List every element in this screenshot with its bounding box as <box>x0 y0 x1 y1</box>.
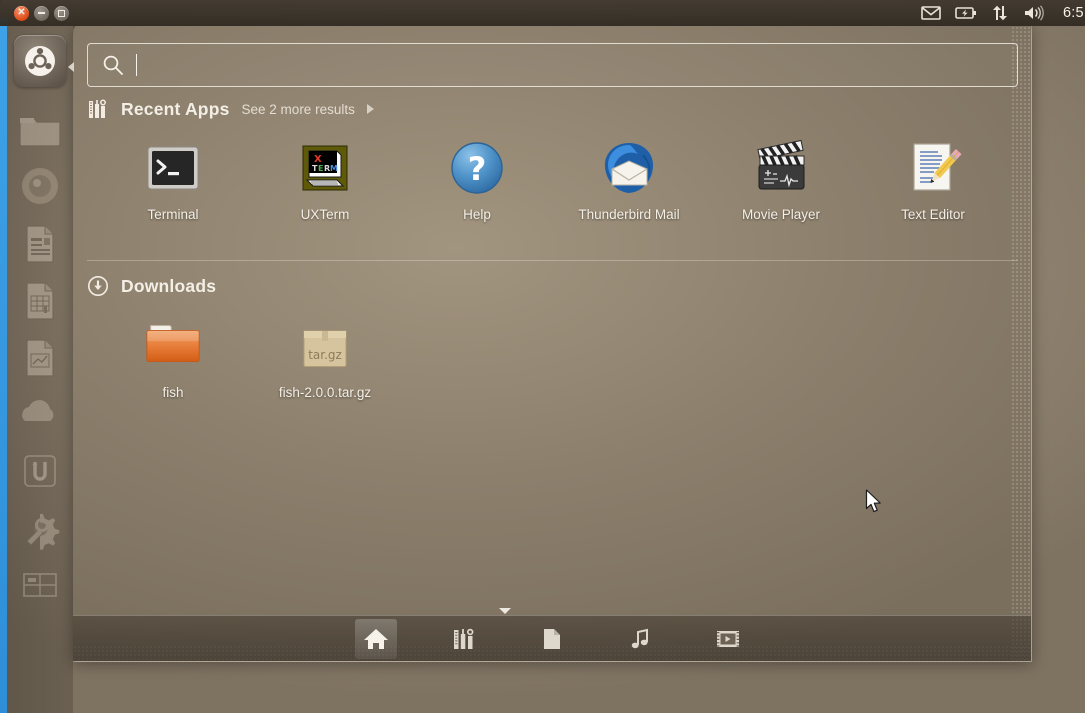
files-icon <box>544 628 560 649</box>
launcher-item-impress[interactable] <box>15 332 65 382</box>
chevron-right-icon[interactable] <box>366 104 374 114</box>
window-close-button[interactable]: ✕ <box>14 5 29 21</box>
mouse-cursor <box>865 489 881 513</box>
section-header-recent-apps: Recent Apps See 2 more results <box>87 98 374 120</box>
see-more-results-link[interactable]: See 2 more results <box>242 102 355 117</box>
folder-icon <box>143 316 203 376</box>
dash-pointer-arrow <box>68 62 74 72</box>
section-title: Downloads <box>121 275 217 296</box>
top-panel: ✕ 6:5 <box>0 0 1085 26</box>
result-item-fish-tarball[interactable]: tar.gz fish-2.0.0.tar.gz <box>249 316 401 400</box>
launcher-item-files[interactable] <box>15 104 65 154</box>
results-grid-recent-apps: Terminal X T E R M UXTerm ? Help Thunder… <box>97 138 1009 222</box>
ubuntu-logo-icon <box>25 46 55 76</box>
svg-text:E: E <box>318 164 323 173</box>
lens-active-marker <box>499 608 511 614</box>
lens-music[interactable] <box>619 619 661 659</box>
uxterm-icon: X T E R M <box>295 138 355 198</box>
unity-launcher <box>7 26 73 713</box>
section-header-downloads: Downloads <box>87 275 216 297</box>
lens-bar <box>73 615 1031 661</box>
terminal-icon <box>143 138 203 198</box>
result-label: Terminal <box>147 207 199 222</box>
launcher-item-firefox[interactable] <box>15 161 65 211</box>
window-minimize-button[interactable] <box>34 5 49 21</box>
lens-home[interactable] <box>355 618 397 659</box>
result-item-fish-folder[interactable]: fish <box>97 316 249 400</box>
result-label: fish-2.0.0.tar.gz <box>278 385 372 400</box>
result-item-terminal[interactable]: Terminal <box>97 138 249 222</box>
result-item-uxterm[interactable]: X T E R M UXTerm <box>249 138 401 222</box>
unity-dash: Recent Apps See 2 more results Terminal <box>73 26 1032 662</box>
close-icon: ✕ <box>17 7 26 18</box>
result-item-help[interactable]: ? Help <box>401 138 553 222</box>
maximize-icon <box>58 9 65 17</box>
network-icon[interactable] <box>991 5 1009 21</box>
result-label: Help <box>463 207 491 222</box>
search-caret <box>136 54 138 76</box>
section-separator <box>87 260 1018 261</box>
launcher-item-system-settings[interactable] <box>15 503 65 553</box>
applications-icon <box>89 99 106 118</box>
lens-applications[interactable] <box>443 619 485 659</box>
applications-lens-icon <box>454 628 474 649</box>
dash-right-texture <box>1011 26 1031 661</box>
result-item-text-editor[interactable]: Text Editor <box>857 138 1009 222</box>
svg-text:?: ? <box>468 150 487 188</box>
clock[interactable]: 6:5 <box>1063 5 1085 21</box>
messaging-icon[interactable] <box>921 6 941 20</box>
archive-icon: tar.gz <box>295 316 355 376</box>
minimize-icon <box>38 12 45 14</box>
search-input[interactable] <box>87 43 1018 87</box>
launcher-item-software-center[interactable] <box>15 446 65 496</box>
result-item-thunderbird-mail[interactable]: Thunderbird Mail <box>553 138 705 222</box>
result-label: fish <box>162 385 184 400</box>
result-label: Thunderbird Mail <box>578 207 680 222</box>
result-label: Text Editor <box>901 207 965 222</box>
video-icon <box>717 630 739 647</box>
lens-video[interactable] <box>707 619 749 659</box>
text-editor-icon <box>903 138 963 198</box>
download-icon <box>88 276 108 296</box>
battery-icon[interactable] <box>955 6 977 20</box>
result-label: Movie Player <box>741 207 821 222</box>
section-title: Recent Apps <box>121 98 230 119</box>
launcher-item-ubuntu-one[interactable] <box>15 389 65 439</box>
ubuntu-dash-button[interactable] <box>14 35 66 87</box>
music-note-icon <box>631 628 648 648</box>
svg-text:tar.gz: tar.gz <box>308 348 342 362</box>
screen-left-edge-strip <box>0 18 7 713</box>
search-icon <box>103 55 123 75</box>
launcher-item-writer[interactable] <box>15 218 65 268</box>
result-label: UXTerm <box>300 207 350 222</box>
home-icon <box>364 628 388 649</box>
results-grid-downloads: fish tar.gz fish-2.0.0.tar.gz <box>97 316 401 400</box>
lens-files[interactable] <box>531 619 573 659</box>
help-icon: ? <box>447 138 507 198</box>
launcher-item-calc[interactable] <box>15 275 65 325</box>
movie-player-icon <box>751 138 811 198</box>
indicator-tray: 6:5 <box>921 5 1085 21</box>
thunderbird-icon <box>599 138 659 198</box>
svg-text:M: M <box>330 164 338 173</box>
result-item-movie-player[interactable]: Movie Player <box>705 138 857 222</box>
volume-icon[interactable] <box>1023 5 1047 21</box>
launcher-item-workspace-switcher[interactable] <box>15 560 65 610</box>
window-maximize-button[interactable] <box>54 5 69 21</box>
